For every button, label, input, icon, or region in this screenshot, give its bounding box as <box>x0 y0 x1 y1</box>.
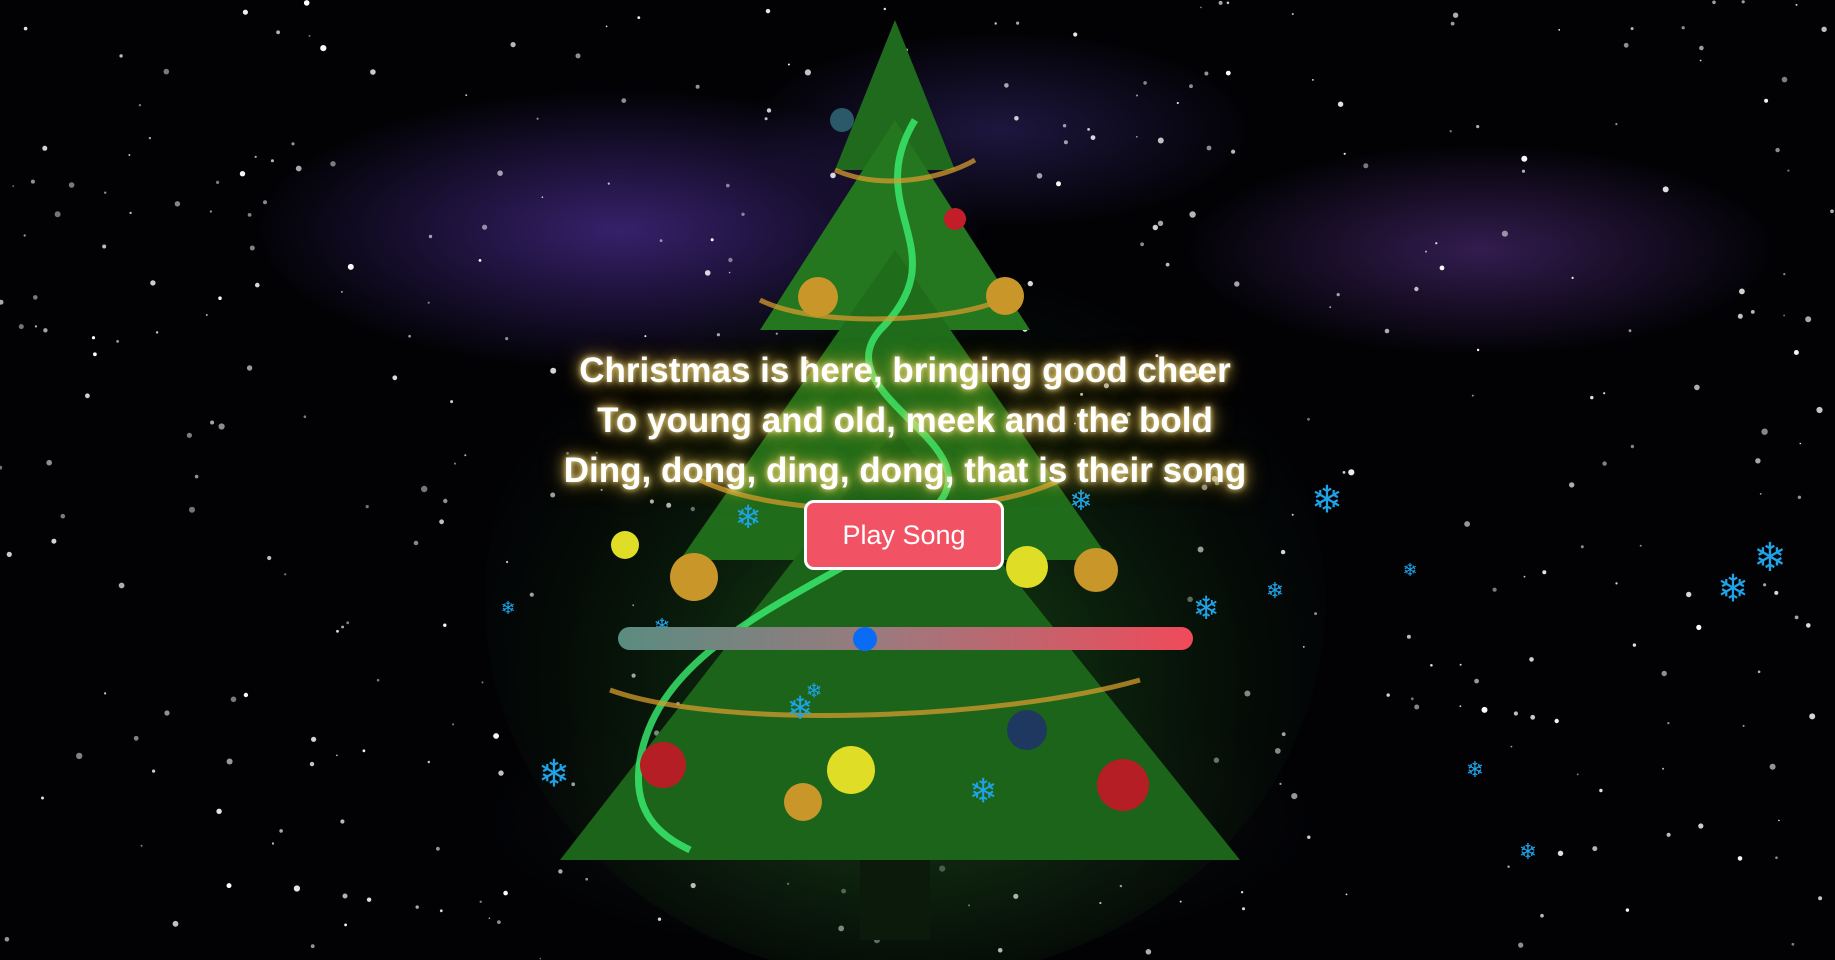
snowflake-icon: ❄ <box>1753 535 1787 581</box>
snowflake-icon: ❄ <box>969 772 998 812</box>
play-song-button[interactable]: Play Song <box>804 500 1004 570</box>
snowflake-icon: ❄ <box>1266 579 1284 604</box>
snowflake-icon: ❄ <box>735 498 762 536</box>
volume-slider[interactable] <box>618 627 1193 651</box>
snowflake-icon: ❄ <box>500 598 515 619</box>
snowflake-icon: ❄ <box>806 679 823 703</box>
lyric-line-2: To young and old, meek and the bold <box>597 401 1213 440</box>
snowflake-icon: ❄ <box>1519 840 1537 865</box>
snowflake-icon: ❄ <box>1717 567 1749 611</box>
lyrics-block: Christmas is here, bringing good cheer T… <box>0 346 1810 496</box>
lyric-line-1: Christmas is here, bringing good cheer <box>579 351 1231 390</box>
snowflake-icon: ❄ <box>538 752 570 796</box>
lyric-line-3: Ding, dong, ding, dong, that is their so… <box>563 451 1247 490</box>
christmas-scene: ❄❄❄❄❄❄❄❄❄❄❄❄❄❄❄❄❄❄ Christmas is here, br… <box>0 0 1835 960</box>
snowflake-icon: ❄ <box>1402 560 1417 581</box>
snowflake-icon: ❄ <box>1466 758 1484 783</box>
volume-slider-thumb[interactable] <box>853 627 878 651</box>
snowflake-icon: ❄ <box>1193 589 1220 627</box>
